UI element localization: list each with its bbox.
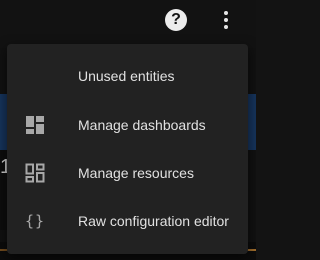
menu-item-raw-configuration-editor[interactable]: {} Raw configuration editor [7, 197, 248, 245]
menu-item-manage-dashboards[interactable]: Manage dashboards [7, 101, 248, 149]
help-glyph: ? [165, 9, 187, 31]
menu-item-unused-entities[interactable]: Unused entities [7, 52, 248, 100]
menu-item-label: Unused entities [78, 68, 175, 84]
overflow-dots [224, 11, 228, 29]
overflow-menu: Unused entities Manage dashboards Manage… [7, 44, 248, 254]
dashboard-icon [23, 113, 47, 137]
code-braces-icon: {} [24, 212, 46, 230]
dots-vertical-icon[interactable] [214, 8, 238, 32]
menu-item-manage-resources[interactable]: Manage resources [7, 149, 248, 197]
top-app-bar: ? [0, 0, 256, 48]
menu-item-label: Manage resources [78, 165, 194, 181]
menu-item-label: Raw configuration editor [78, 213, 229, 229]
app-screen: ? 1 Unused entities Manage dashboards Ma… [0, 0, 256, 260]
resources-icon [23, 161, 47, 185]
help-circle-icon[interactable]: ? [164, 8, 188, 32]
menu-item-label: Manage dashboards [78, 117, 206, 133]
